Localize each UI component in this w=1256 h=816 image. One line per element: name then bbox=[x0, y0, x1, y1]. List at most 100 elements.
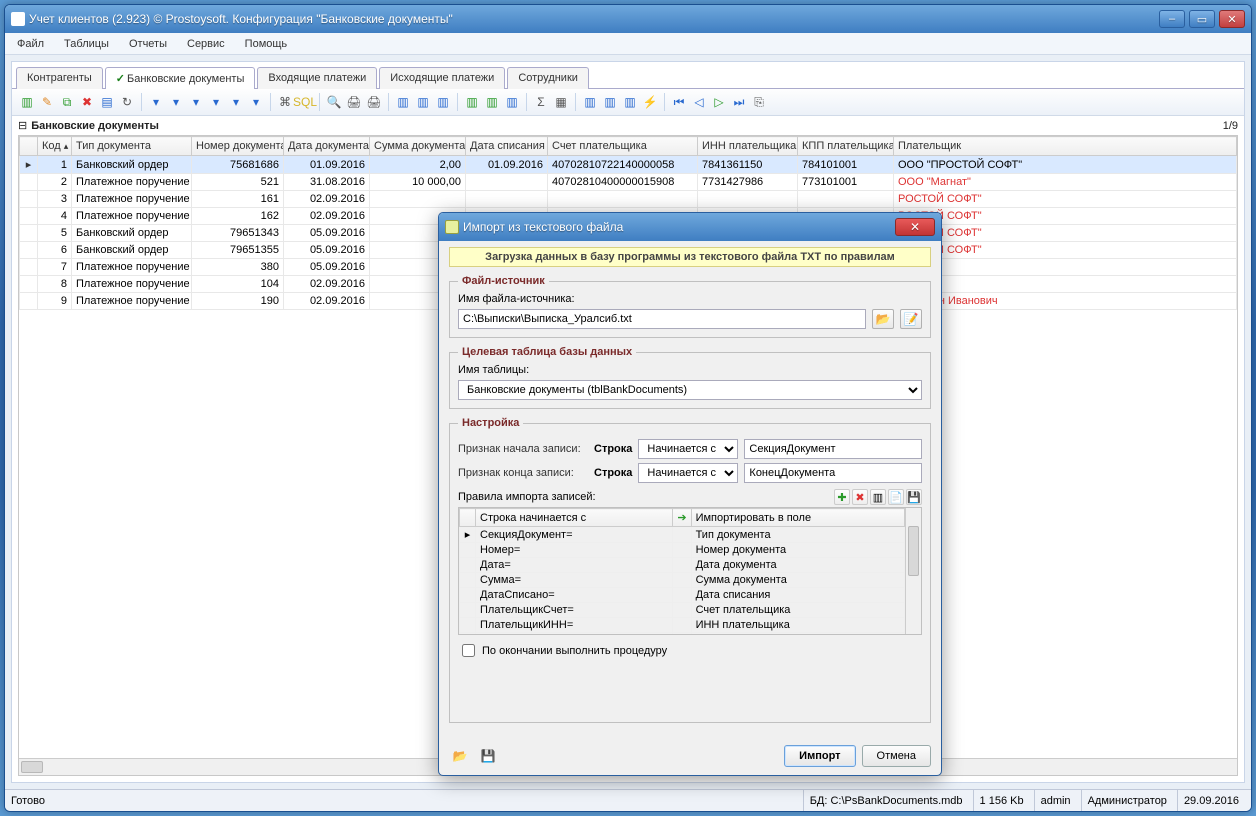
save-settings-icon[interactable]: 💾 bbox=[477, 746, 499, 766]
script-icon[interactable]: ⌘ bbox=[276, 93, 294, 111]
menu-service[interactable]: Сервис bbox=[183, 36, 229, 52]
sum-icon[interactable]: Σ bbox=[532, 93, 550, 111]
collapse-icon[interactable]: ⊟ bbox=[18, 119, 27, 132]
col-date[interactable]: Дата документа bbox=[284, 137, 370, 156]
sql-icon[interactable]: SQL bbox=[296, 93, 314, 111]
rule-edit-icon[interactable]: ▥ bbox=[870, 489, 886, 505]
word-icon[interactable]: ▥ bbox=[503, 93, 521, 111]
print-icon[interactable]: 🖨 bbox=[345, 93, 363, 111]
col-acc[interactable]: Счет плательщика bbox=[548, 137, 698, 156]
rule-row[interactable]: ПлательщикКПП=КПП плательщика bbox=[460, 633, 905, 636]
tab-incoming[interactable]: Входящие платежи bbox=[257, 67, 377, 89]
filter5-icon[interactable]: ▾ bbox=[227, 93, 245, 111]
open-settings-icon[interactable]: 📂 bbox=[449, 746, 471, 766]
export1-icon[interactable]: ▥ bbox=[394, 93, 412, 111]
col-payer[interactable]: Плательщик bbox=[894, 137, 1237, 156]
tab-outgoing[interactable]: Исходящие платежи bbox=[379, 67, 505, 89]
layout1-icon[interactable]: ▥ bbox=[581, 93, 599, 111]
tab-employees[interactable]: Сотрудники bbox=[507, 67, 589, 89]
filter4-icon[interactable]: ▾ bbox=[207, 93, 225, 111]
source-label: Имя файла-источника: bbox=[458, 293, 575, 305]
filter3-icon[interactable]: ▾ bbox=[187, 93, 205, 111]
filter6-icon[interactable]: ▾ bbox=[247, 93, 265, 111]
maximize-button[interactable]: ▭ bbox=[1189, 10, 1215, 28]
toolbar: ▥ ✎ ⧉ ✖ ▤ ↻ ▾ ▾ ▾ ▾ ▾ ▾ ⌘ SQL 🔍 🖨 🖨 ▥ ▥ … bbox=[12, 88, 1244, 116]
layout3-icon[interactable]: ▥ bbox=[621, 93, 639, 111]
col-kpp[interactable]: КПП плательщика bbox=[798, 137, 894, 156]
rule-row[interactable]: Номер=Номер документа bbox=[460, 543, 905, 558]
rule-export-icon[interactable]: 📄 bbox=[888, 489, 904, 505]
target-legend: Целевая таблица базы данных bbox=[458, 346, 636, 358]
card-icon[interactable]: ▤ bbox=[98, 93, 116, 111]
col-dlist[interactable]: Дата списания bbox=[466, 137, 548, 156]
cancel-button[interactable]: Отмена bbox=[862, 745, 931, 767]
rule-row[interactable]: ДатаСписано=Дата списания bbox=[460, 588, 905, 603]
export2-icon[interactable]: ▥ bbox=[414, 93, 432, 111]
browse-button[interactable]: 📂 bbox=[872, 309, 894, 329]
bolt-icon[interactable]: ⚡ bbox=[641, 93, 659, 111]
edit-icon[interactable]: ✎ bbox=[38, 93, 56, 111]
refresh-icon[interactable]: ↻ bbox=[118, 93, 136, 111]
rules-col-a[interactable]: Строка начинается с bbox=[476, 509, 673, 527]
col-num[interactable]: Номер документа bbox=[192, 137, 284, 156]
new-icon[interactable]: ▥ bbox=[18, 93, 36, 111]
settings-group: Настройка Признак начала записи: Строка … bbox=[449, 417, 931, 723]
import-button[interactable]: Импорт bbox=[784, 745, 855, 767]
search-icon[interactable]: 🔍 bbox=[325, 93, 343, 111]
export3-icon[interactable]: ▥ bbox=[434, 93, 452, 111]
close-button[interactable]: ✕ bbox=[1219, 10, 1245, 28]
filter1-icon[interactable]: ▾ bbox=[147, 93, 165, 111]
section-title: Банковские документы bbox=[31, 120, 159, 132]
start-value-input[interactable] bbox=[744, 439, 922, 459]
rules-grid[interactable]: Строка начинается с ➔ Импортировать в по… bbox=[458, 507, 922, 635]
rule-row[interactable]: ПлательщикСчет=Счет плательщика bbox=[460, 603, 905, 618]
rule-delete-icon[interactable]: ✖ bbox=[852, 489, 868, 505]
excel1-icon[interactable]: ▥ bbox=[463, 93, 481, 111]
end-value-input[interactable] bbox=[744, 463, 922, 483]
col-code[interactable]: Код ▴ bbox=[38, 137, 72, 156]
tab-bank-documents[interactable]: ✓Банковские документы bbox=[105, 67, 256, 89]
post-procedure-label: По окончании выполнить процедуру bbox=[482, 645, 667, 657]
start-condition-select[interactable]: Начинается с bbox=[638, 439, 738, 459]
source-file-input[interactable] bbox=[458, 309, 866, 329]
rule-row[interactable]: ▸СекцияДокумент=Тип документа bbox=[460, 527, 905, 543]
first-icon[interactable]: ⏮ bbox=[670, 93, 688, 111]
table-row[interactable]: 2Платежное поручение52131.08.201610 000,… bbox=[20, 174, 1237, 191]
rule-row[interactable]: ПлательщикИНН=ИНН плательщика bbox=[460, 618, 905, 633]
copy-icon[interactable]: ⧉ bbox=[58, 93, 76, 111]
target-table-select[interactable]: Банковские документы (tblBankDocuments) bbox=[458, 380, 922, 400]
edit-file-button[interactable]: 📝 bbox=[900, 309, 922, 329]
prev-icon[interactable]: ◁ bbox=[690, 93, 708, 111]
target-table-group: Целевая таблица базы данных Имя таблицы:… bbox=[449, 346, 931, 409]
rule-save-icon[interactable]: 💾 bbox=[906, 489, 922, 505]
col-inn[interactable]: ИНН плательщика bbox=[698, 137, 798, 156]
table-row[interactable]: ▸ 1 Банковский ордер 75681686 01.09.2016… bbox=[20, 156, 1237, 174]
rules-vscrollbar[interactable] bbox=[905, 508, 921, 634]
end-condition-select[interactable]: Начинается с bbox=[638, 463, 738, 483]
minimize-button[interactable]: – bbox=[1159, 10, 1185, 28]
filter2-icon[interactable]: ▾ bbox=[167, 93, 185, 111]
menu-help[interactable]: Помощь bbox=[241, 36, 292, 52]
layout2-icon[interactable]: ▥ bbox=[601, 93, 619, 111]
last-icon[interactable]: ⏭ bbox=[730, 93, 748, 111]
delete-icon[interactable]: ✖ bbox=[78, 93, 96, 111]
rules-col-b[interactable]: Импортировать в поле bbox=[691, 509, 904, 527]
col-sum[interactable]: Сумма документа bbox=[370, 137, 466, 156]
excel2-icon[interactable]: ▥ bbox=[483, 93, 501, 111]
dialog-close-button[interactable]: ✕ bbox=[895, 218, 935, 236]
menu-tables[interactable]: Таблицы bbox=[60, 36, 113, 52]
rule-row[interactable]: Дата=Дата документа bbox=[460, 558, 905, 573]
menu-file[interactable]: Файл bbox=[13, 36, 48, 52]
rule-row[interactable]: Сумма=Сумма документа bbox=[460, 573, 905, 588]
source-file-group: Файл-источник Имя файла-источника: 📂 📝 bbox=[449, 275, 931, 338]
menu-reports[interactable]: Отчеты bbox=[125, 36, 171, 52]
rule-add-icon[interactable]: ✚ bbox=[834, 489, 850, 505]
tab-counterparties[interactable]: Контрагенты bbox=[16, 67, 103, 89]
post-procedure-checkbox[interactable] bbox=[462, 644, 475, 657]
next-icon[interactable]: ▷ bbox=[710, 93, 728, 111]
chart-icon[interactable]: ▦ bbox=[552, 93, 570, 111]
print2-icon[interactable]: 🖨 bbox=[365, 93, 383, 111]
end-icon[interactable]: ⎘ bbox=[750, 93, 768, 111]
table-row[interactable]: 3Платежное поручение16102.09.2016РОСТОЙ … bbox=[20, 191, 1237, 208]
col-type[interactable]: Тип документа bbox=[72, 137, 192, 156]
